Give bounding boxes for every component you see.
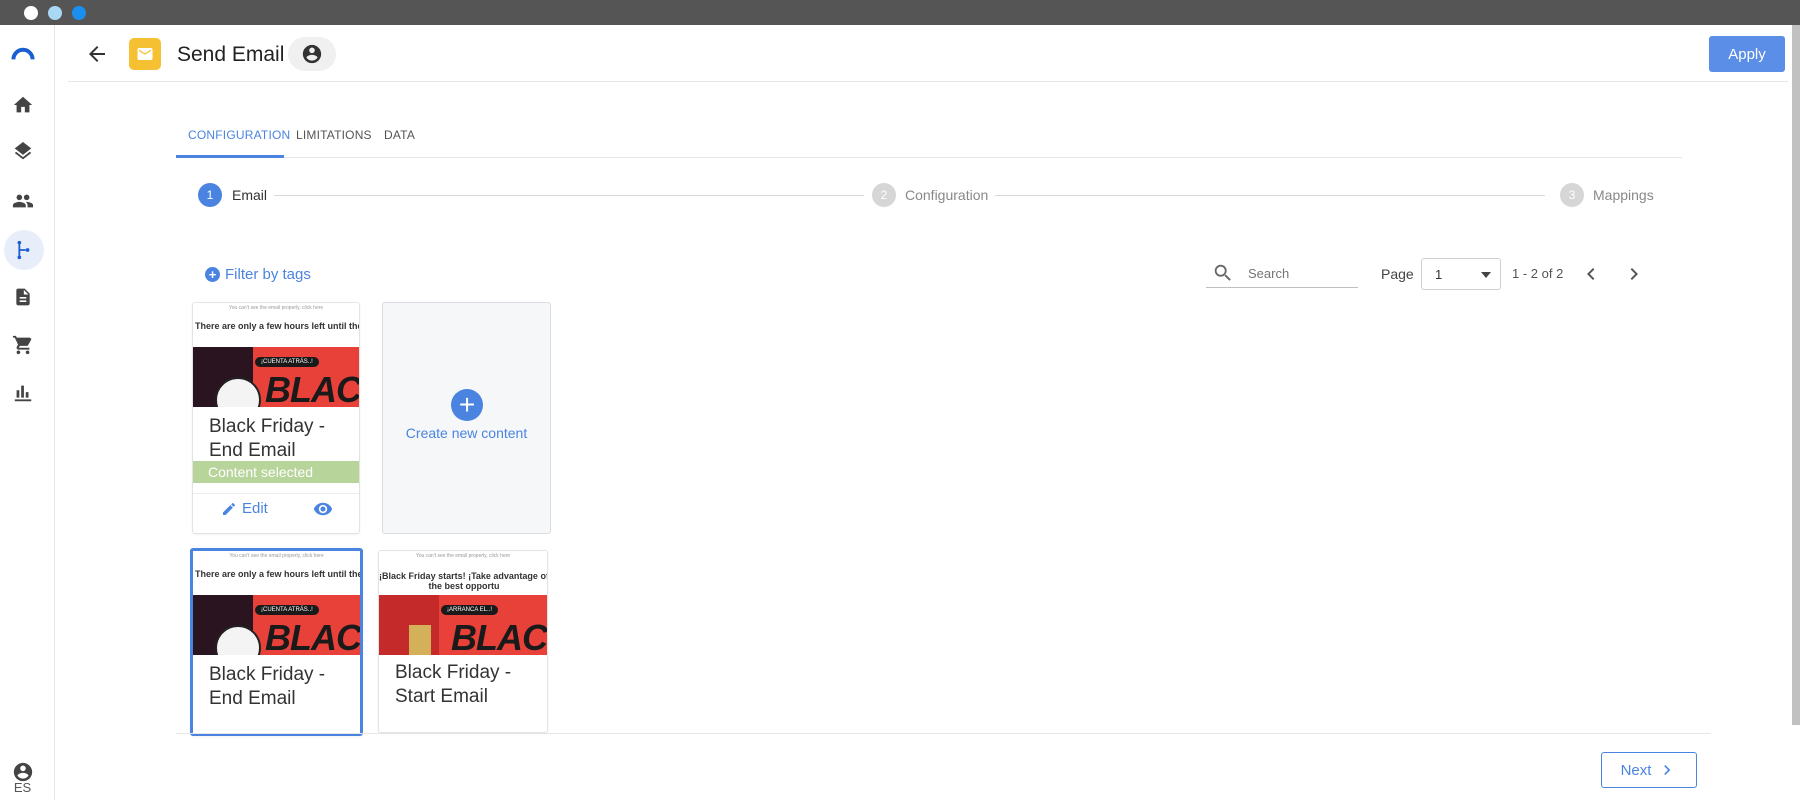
window-close-dot[interactable] [24,6,38,20]
edit-button[interactable]: Edit [221,500,268,517]
filter-label: Filter by tags [225,265,311,283]
chevron-right-icon[interactable] [1622,262,1646,286]
card-actions: Edit [193,493,359,523]
mail-icon [129,38,161,70]
email-thumbnail: You can't see the email properly, click … [193,551,360,655]
chevron-left-icon[interactable] [1579,262,1603,286]
step-1-label: Email [232,187,268,203]
language-label[interactable]: ES [0,780,45,795]
plus-circle-icon: + [451,389,483,421]
card-title: Black Friday - Start Email [395,662,512,707]
page-range: 1 - 2 of 2 [1512,266,1564,281]
cart-icon[interactable] [11,333,35,357]
step-1-circle: 1 [198,183,222,207]
search-input[interactable] [1248,262,1353,284]
home-icon[interactable] [11,93,35,117]
document-icon[interactable] [11,285,35,309]
active-tab-underline [176,155,284,158]
back-arrow-icon[interactable] [85,42,109,66]
step-connector [274,195,864,196]
brand-logo-icon[interactable] [11,41,35,65]
window-minimize-dot[interactable] [48,6,62,20]
step-2-label: Configuration [905,187,989,203]
chevron-right-icon [1664,765,1671,775]
pencil-icon [223,502,235,515]
stepper: 1 Email 2 Configuration 3 Mappings [198,182,1654,208]
add-circle-icon: + [205,266,220,282]
flow-branch-icon[interactable] [11,238,35,262]
gift-icon [409,625,431,655]
page-title: Send Email [177,43,285,66]
card-title: Black Friday - End Email [209,416,326,461]
step-3-label: Mappings [1593,187,1654,203]
create-new-content-label: Create new content [405,425,528,441]
content-selected-badge: Content selected [193,461,359,483]
footer-divider [176,733,1711,734]
next-button[interactable]: Next [1601,752,1697,788]
search-icon [1212,262,1234,284]
sidebar: ES [0,25,55,800]
content-card[interactable]: You can't see the email properly, click … [192,302,360,534]
email-thumbnail: You can't see the email properly, click … [379,551,547,655]
content-card[interactable]: You can't see the email properly, click … [378,550,548,733]
step-connector [995,195,1545,196]
eye-icon[interactable] [311,499,335,519]
bar-chart-icon[interactable] [11,381,35,405]
tab-configuration[interactable]: CONFIGURATION [188,128,290,142]
tab-data[interactable]: DATA [384,128,415,142]
window-titlebar [0,0,1800,25]
page-select[interactable]: 1 [1421,258,1501,290]
tab-limitations[interactable]: LIMITATIONS [296,128,372,142]
people-icon[interactable] [11,189,35,213]
page-select-value: 1 [1435,267,1443,282]
tab-bar: CONFIGURATION LIMITATIONS DATA [176,120,1682,158]
card-title: Black Friday - End Email [209,664,326,709]
window-maximize-dot[interactable] [72,6,86,20]
step-3-circle: 3 [1560,183,1584,207]
caret-down-icon [1481,272,1491,278]
email-thumbnail: You can't see the email properly, click … [193,303,359,407]
scrollbar[interactable] [1792,25,1800,725]
search-box [1206,258,1358,288]
step-2-circle: 2 [872,183,896,207]
user-chip[interactable] [288,37,336,71]
page-header: Send Email [68,25,1788,82]
apply-button[interactable]: Apply [1709,36,1785,72]
layers-icon[interactable] [11,141,35,165]
create-new-content-card[interactable]: + Create new content [382,302,551,534]
page-label: Page [1381,266,1414,282]
filter-by-tags-button[interactable]: + Filter by tags [205,264,311,284]
content-card[interactable]: You can't see the email properly, click … [190,548,363,736]
account-circle-icon [302,44,322,64]
